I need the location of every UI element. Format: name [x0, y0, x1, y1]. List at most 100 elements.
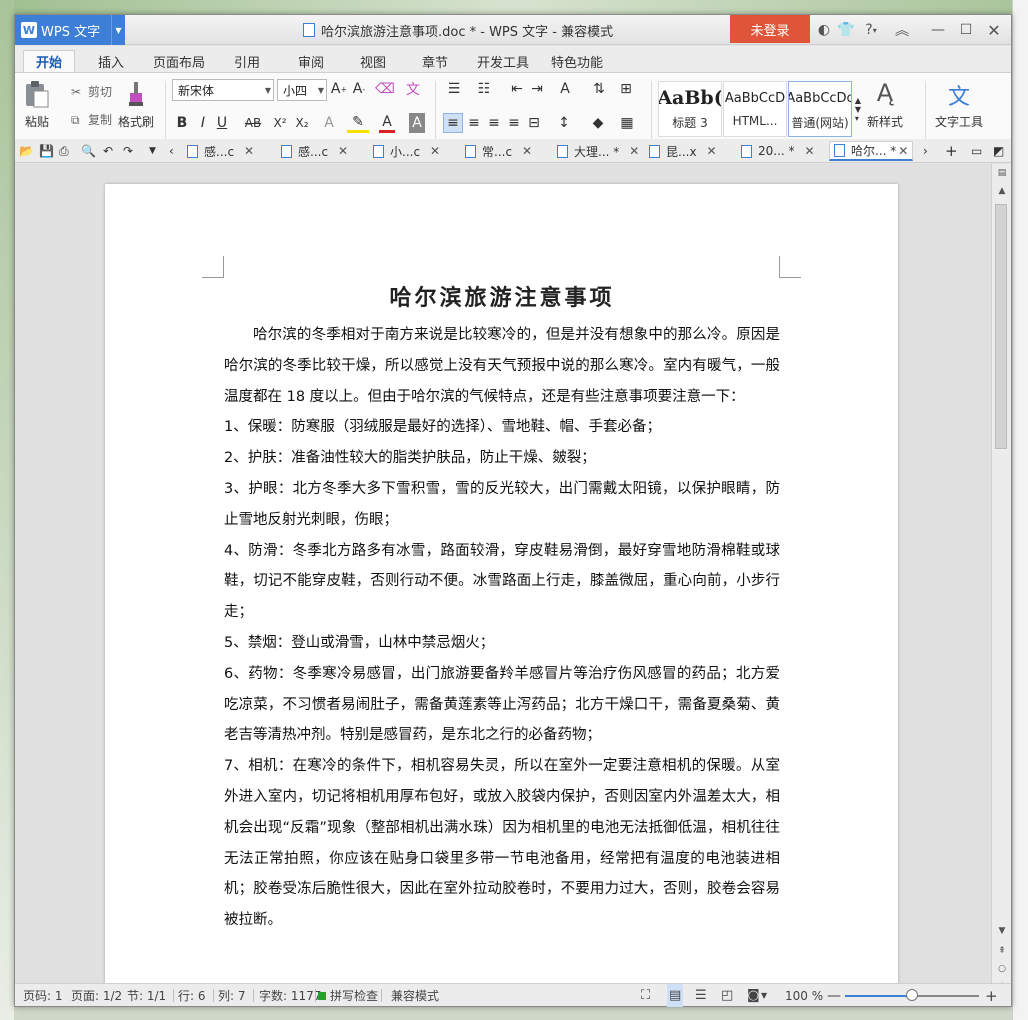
maximize-icon[interactable]: ☐: [955, 15, 977, 45]
grow-font-icon[interactable]: A +: [331, 79, 347, 99]
doc-tab[interactable]: 感...c ✕: [281, 141, 348, 161]
doc-tab-active[interactable]: 哈尔... * ✕: [829, 141, 914, 161]
new-tab-icon[interactable]: +: [945, 141, 958, 161]
document-body[interactable]: 哈尔滨旅游注意事项 哈尔滨的冬季相对于南方来说是比较寒冷的，但是并没有想象中的那…: [224, 276, 780, 936]
paragraph-shading-icon[interactable]: ◆: [587, 113, 609, 133]
change-case-icon[interactable]: A: [553, 79, 577, 99]
zoom-out-icon[interactable]: —: [827, 984, 841, 1007]
font-size-select[interactable]: 小四 ▼: [277, 79, 327, 101]
quick-access-menu-icon[interactable]: ▼: [149, 141, 156, 161]
zoom-in-icon[interactable]: +: [985, 984, 998, 1007]
style-normal-web[interactable]: AaBbCcDc 普通(网站): [788, 81, 852, 137]
justify-icon[interactable]: ≡: [505, 113, 523, 133]
web-view-icon[interactable]: ◰: [721, 984, 733, 1007]
tab-page-layout[interactable]: 页面布局: [147, 50, 211, 72]
sort-icon[interactable]: ⇅: [589, 79, 609, 99]
close-tab-icon[interactable]: ✕: [338, 144, 348, 158]
outline-view-icon[interactable]: ☰: [695, 984, 707, 1007]
line-spacing-icon[interactable]: ↕: [553, 113, 575, 133]
print-icon[interactable]: ⎙: [59, 141, 69, 161]
italic-icon[interactable]: I: [196, 113, 210, 133]
align-center-icon[interactable]: ≡: [465, 113, 483, 133]
phonetic-guide-icon[interactable]: 文: [401, 79, 425, 99]
redo-icon[interactable]: ↷: [123, 141, 133, 161]
strikethrough-icon[interactable]: AB: [243, 113, 263, 133]
zoom-slider[interactable]: [845, 989, 979, 1001]
close-tab-icon[interactable]: ✕: [898, 144, 908, 158]
tab-view[interactable]: 视图: [347, 50, 399, 72]
tabs-next-icon[interactable]: ›: [923, 141, 928, 161]
tab-developer-tools[interactable]: 开发工具: [471, 50, 535, 72]
tab-special-features[interactable]: 特色功能: [545, 50, 609, 72]
open-icon[interactable]: 📂: [19, 141, 34, 161]
paste-button[interactable]: 粘贴: [23, 79, 51, 130]
wps-menu-button[interactable]: W WPS 文字 ▼: [15, 15, 125, 45]
close-tab-icon[interactable]: ✕: [522, 144, 532, 158]
highlight-icon[interactable]: ✎: [347, 113, 369, 133]
close-tab-icon[interactable]: ✕: [244, 144, 254, 158]
style-html[interactable]: AaBbCcD HTML...: [723, 81, 787, 137]
clear-format-icon[interactable]: ⌫: [375, 79, 395, 99]
prev-page-icon[interactable]: ⇞: [995, 944, 1009, 958]
text-tools-button[interactable]: 文 文字工具: [935, 79, 983, 130]
chevron-down-icon[interactable]: ▼: [111, 15, 125, 45]
help-icon[interactable]: ? ▾: [860, 15, 882, 45]
doc-tab[interactable]: 小...c ✕: [373, 141, 440, 161]
minimize-icon[interactable]: —: [927, 15, 949, 45]
numbered-list-icon[interactable]: ☷: [473, 79, 495, 99]
chevron-down-icon[interactable]: ▼: [761, 984, 767, 1007]
text-effect-icon[interactable]: A: [320, 113, 338, 133]
tab-options-icon[interactable]: ◩: [993, 141, 1004, 161]
close-tab-icon[interactable]: ✕: [707, 144, 717, 158]
cut-button[interactable]: ✂ 剪切: [71, 83, 112, 100]
tabs-prev-icon[interactable]: ‹: [169, 141, 174, 161]
skin-icon[interactable]: ◐: [815, 15, 833, 45]
align-left-icon[interactable]: ≡: [443, 113, 463, 133]
table-icon[interactable]: ⊞: [617, 79, 635, 99]
scroll-up-icon[interactable]: ▲: [995, 184, 1009, 198]
close-icon[interactable]: ✕: [983, 15, 1005, 45]
ruler-toggle-icon[interactable]: ▤: [995, 166, 1009, 180]
close-tab-icon[interactable]: ✕: [430, 144, 440, 158]
close-tab-icon[interactable]: ✕: [805, 144, 815, 158]
tab-references[interactable]: 引用: [221, 50, 273, 72]
distribute-icon[interactable]: ⊟: [525, 113, 543, 133]
tab-insert[interactable]: 插入: [85, 50, 137, 72]
zoom-slider-thumb[interactable]: [906, 989, 918, 1001]
doc-tab[interactable]: 大理... * ✕: [557, 141, 639, 161]
tab-review[interactable]: 审阅: [285, 50, 337, 72]
status-word-count[interactable]: 字数: 1177: [259, 984, 321, 1007]
document-canvas[interactable]: 哈尔滨旅游注意事项 哈尔滨的冬季相对于南方来说是比较寒冷的，但是并没有想象中的那…: [15, 164, 991, 983]
subscript-icon[interactable]: X₂: [293, 113, 311, 133]
scroll-thumb[interactable]: [995, 204, 1007, 449]
bold-icon[interactable]: B: [175, 113, 189, 133]
copy-button[interactable]: ⧉ 复制: [71, 111, 112, 128]
increase-indent-icon[interactable]: ⇥: [529, 79, 545, 99]
status-pages[interactable]: 页面: 1/2: [71, 984, 122, 1007]
bullet-list-icon[interactable]: ☰: [443, 79, 465, 99]
font-name-select[interactable]: 新宋体 ▼: [172, 79, 274, 101]
doc-tab[interactable]: 感...c ✕: [187, 141, 254, 161]
shrink-font-icon[interactable]: A-: [351, 79, 367, 99]
tab-list-icon[interactable]: ▭: [971, 141, 982, 161]
style-gallery-scroll[interactable]: ▲ ▼ ▾: [853, 81, 863, 137]
underline-icon[interactable]: U: [215, 113, 229, 133]
font-color-icon[interactable]: A: [379, 113, 395, 133]
undo-icon[interactable]: ↶: [103, 141, 113, 161]
page-view-icon[interactable]: ▤: [667, 984, 684, 1007]
char-shading-icon[interactable]: A: [409, 113, 425, 133]
vertical-scrollbar[interactable]: ▤ ▲ ▼ ⇞ ○ ⇟: [991, 164, 1011, 992]
select-browse-object-icon[interactable]: ○: [995, 962, 1009, 976]
new-style-button[interactable]: Ą 新样式: [867, 79, 903, 130]
spell-check-toggle[interactable]: 拼写检查: [318, 984, 378, 1007]
collapse-ribbon-icon[interactable]: ︽: [891, 15, 913, 45]
tab-home[interactable]: 开始: [23, 50, 75, 72]
style-heading3[interactable]: AaBb( 标题 3: [658, 81, 722, 137]
login-button[interactable]: 未登录: [730, 15, 810, 43]
close-tab-icon[interactable]: ✕: [629, 144, 639, 158]
shirt-icon[interactable]: 👕: [837, 15, 855, 45]
fullscreen-view-icon[interactable]: ⛶: [641, 984, 650, 1007]
align-right-icon[interactable]: ≡: [485, 113, 503, 133]
doc-tab[interactable]: 常...c ✕: [465, 141, 532, 161]
format-painter-button[interactable]: 格式刷: [118, 79, 154, 130]
